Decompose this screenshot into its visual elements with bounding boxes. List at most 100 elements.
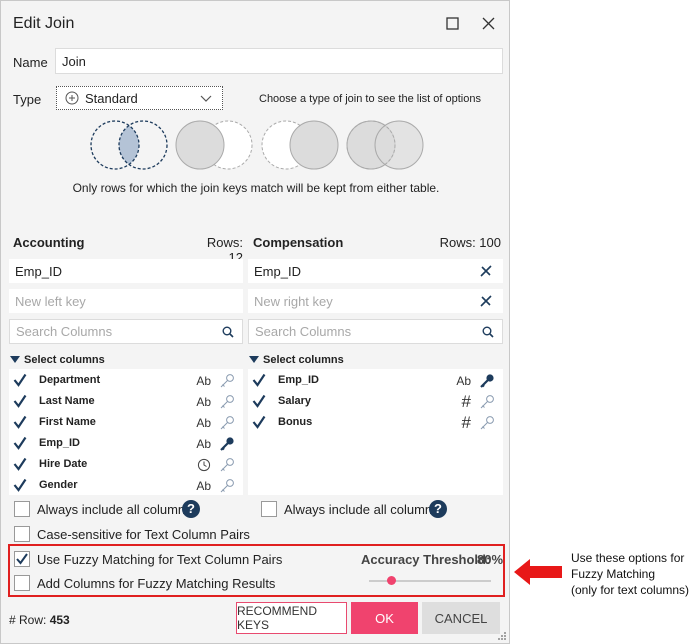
join-type-select[interactable]: Standard — [56, 86, 223, 110]
column-checkbox[interactable] — [13, 415, 27, 432]
key-outline-icon — [220, 458, 234, 472]
maximize-button[interactable] — [442, 13, 462, 33]
key-icon — [480, 374, 494, 388]
column-row[interactable]: Department Ab — [9, 371, 243, 392]
maximize-icon — [445, 16, 459, 30]
column-type: Ab — [196, 395, 211, 409]
right-search-input[interactable]: Search Columns — [248, 319, 503, 344]
column-name: Bonus — [278, 416, 313, 428]
column-name: Salary — [278, 395, 312, 407]
recommend-keys-button[interactable]: RECOMMEND KEYS — [236, 602, 347, 634]
full-join-icon[interactable] — [345, 119, 425, 171]
column-row[interactable]: First Name Ab — [9, 413, 243, 434]
key-toggle[interactable] — [219, 415, 235, 434]
key-outline-icon — [220, 374, 234, 388]
column-name: Hire Date — [39, 458, 88, 470]
key-outline-icon — [220, 395, 234, 409]
left-join-icon[interactable] — [174, 119, 254, 171]
column-checkbox[interactable] — [252, 373, 266, 390]
key-toggle[interactable] — [219, 457, 235, 476]
threshold-slider-handle[interactable] — [386, 576, 396, 585]
column-row[interactable]: Hire Date — [9, 455, 243, 476]
right-key-value: Emp_ID — [254, 263, 301, 279]
row-count-value: 453 — [49, 613, 70, 627]
column-checkbox[interactable] — [13, 457, 27, 474]
case-sensitive-checkbox[interactable] — [14, 526, 30, 542]
right-join-icon[interactable] — [260, 119, 340, 171]
column-checkbox[interactable] — [13, 436, 27, 453]
key-toggle[interactable] — [219, 436, 235, 455]
column-checkbox[interactable] — [252, 394, 266, 411]
checkmark-icon — [13, 415, 27, 429]
key-outline-icon — [480, 395, 494, 409]
column-name: Emp_ID — [39, 437, 80, 449]
close-icon — [482, 17, 494, 29]
left-always-include-checkbox[interactable] — [14, 501, 30, 517]
checkmark-icon — [252, 373, 266, 387]
new-left-key-field[interactable]: New left key — [9, 289, 243, 313]
new-right-key-field[interactable]: New right key — [248, 289, 503, 313]
key-toggle[interactable] — [219, 373, 235, 392]
column-type: # — [461, 392, 471, 411]
column-row[interactable]: Gender Ab — [9, 476, 243, 497]
ok-button[interactable]: OK — [351, 602, 418, 634]
right-select-columns-toggle[interactable]: Select columns — [249, 354, 344, 366]
key-toggle[interactable] — [479, 373, 495, 392]
column-type: Ab — [196, 437, 211, 451]
right-always-include-label: Always include all columns — [284, 502, 439, 517]
column-name: Emp_ID — [278, 374, 319, 386]
key-outline-icon — [220, 479, 234, 493]
close-button[interactable] — [478, 13, 498, 33]
left-select-columns-toggle[interactable]: Select columns — [10, 354, 105, 366]
key-toggle[interactable] — [479, 415, 495, 434]
resize-grip-icon[interactable] — [497, 631, 507, 641]
column-name: Gender — [39, 479, 78, 491]
checkmark-icon — [13, 436, 27, 450]
column-row[interactable]: Emp_ID Ab — [9, 434, 243, 455]
checkmark-icon — [252, 415, 266, 429]
column-row[interactable]: Salary # — [248, 392, 503, 413]
checkmark-icon — [16, 553, 28, 565]
column-checkbox[interactable] — [13, 478, 27, 495]
left-key-field[interactable]: Emp_ID — [9, 259, 243, 283]
column-checkbox[interactable] — [13, 394, 27, 411]
annotation-line-2: Fuzzy Matching — [571, 567, 656, 581]
plus-circle-icon — [65, 91, 79, 105]
help-icon[interactable]: ? — [429, 500, 447, 518]
column-checkbox[interactable] — [252, 415, 266, 432]
remove-key-icon[interactable] — [479, 264, 493, 278]
column-type: Ab — [456, 374, 471, 388]
left-select-columns-label: Select columns — [24, 354, 105, 366]
add-fuzzy-columns-checkbox[interactable] — [14, 575, 30, 591]
inner-join-icon[interactable] — [89, 119, 169, 171]
right-key-field[interactable]: Emp_ID — [248, 259, 503, 283]
fuzzy-annotation: Use these options for Fuzzy Matching (on… — [571, 550, 689, 598]
key-icon — [220, 437, 234, 451]
right-select-columns-label: Select columns — [263, 354, 344, 366]
column-row[interactable]: Emp_ID Ab — [248, 371, 503, 392]
threshold-slider[interactable] — [369, 576, 491, 585]
column-checkbox[interactable] — [13, 373, 27, 390]
left-always-include-label: Always include all columns — [37, 502, 192, 517]
triangle-down-icon — [10, 356, 20, 363]
right-search-placeholder: Search Columns — [255, 324, 352, 339]
name-label: Name — [13, 55, 48, 70]
left-columns-list: Department Ab Last Name Ab First Name Ab Emp_I… — [9, 369, 243, 495]
key-toggle[interactable] — [219, 394, 235, 413]
remove-key-icon[interactable] — [479, 294, 493, 308]
fuzzy-matching-checkbox[interactable] — [14, 551, 30, 567]
key-toggle[interactable] — [479, 394, 495, 413]
help-icon[interactable]: ? — [182, 500, 200, 518]
cancel-button[interactable]: CANCEL — [422, 602, 500, 634]
search-icon — [482, 326, 494, 338]
column-row[interactable]: Bonus # — [248, 413, 503, 434]
chevron-down-icon — [200, 95, 212, 102]
left-search-input[interactable]: Search Columns — [9, 319, 243, 344]
right-always-include-checkbox[interactable] — [261, 501, 277, 517]
left-search-placeholder: Search Columns — [16, 324, 113, 339]
name-input[interactable]: Join — [55, 48, 503, 74]
right-columns-list: Emp_ID Ab Salary # Bonus # — [248, 369, 503, 495]
column-row[interactable]: Last Name Ab — [9, 392, 243, 413]
key-toggle[interactable] — [219, 478, 235, 497]
row-count-footer: # Row: 453 — [9, 613, 70, 627]
